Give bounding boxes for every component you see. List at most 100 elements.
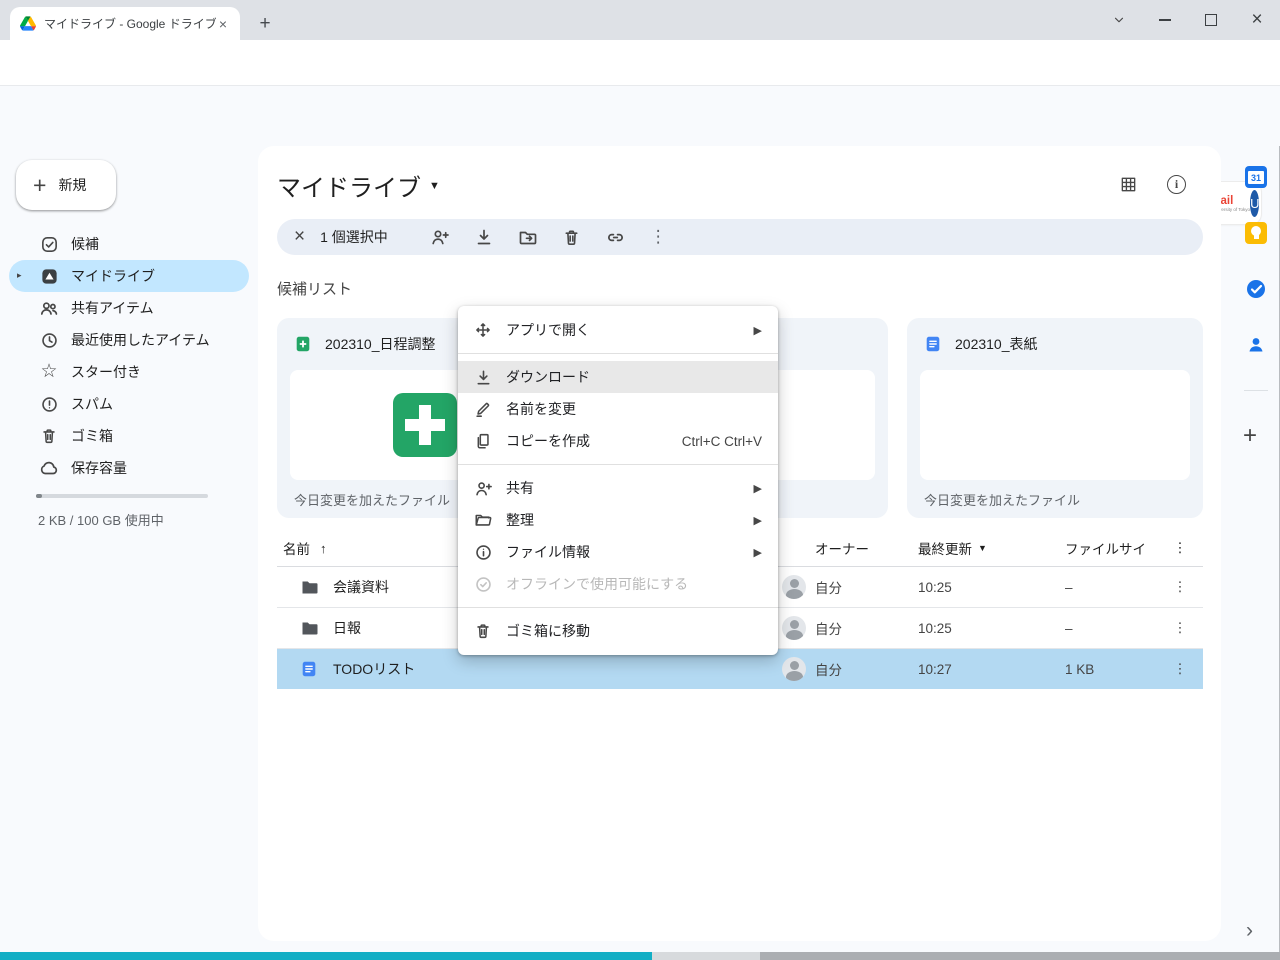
side-panel-rail: 31 + › — [1232, 146, 1280, 960]
star-icon: ☆ — [39, 363, 59, 381]
list-grid-toggle-icon[interactable] — [1119, 175, 1138, 194]
submenu-arrow-icon: ▶ — [754, 482, 762, 495]
browser-window: マイドライブ - Google ドライブ × + × drive.google.… — [0, 0, 1280, 960]
keep-icon[interactable] — [1245, 222, 1267, 244]
sidebar-item-trash[interactable]: ゴミ箱 — [9, 420, 249, 452]
tasks-icon[interactable] — [1245, 278, 1267, 300]
sidebar-item-starred[interactable]: ☆ スター付き — [9, 356, 249, 388]
main-content: マイドライブ ▼ i × 1 個選択中 ⋮ — [258, 146, 1221, 941]
clear-selection-icon[interactable]: × — [287, 226, 312, 248]
card-caption: 今日変更を加えたファイル — [907, 480, 1203, 509]
table-row-selected[interactable]: TODOリスト 自分 10:27 1 KB ⋮ — [277, 649, 1203, 689]
people-icon — [39, 298, 59, 318]
menu-divider — [458, 464, 778, 465]
sidebar-item-suggested[interactable]: 候補 — [9, 228, 249, 260]
suggested-check-icon — [39, 235, 59, 254]
browser-toolbar: drive.google.com/drive/my-drive ☆ U ⋮ — [0, 40, 1280, 86]
menu-divider — [458, 607, 778, 608]
trash-icon — [474, 622, 494, 640]
drive-header: ドライブ ドライブで検索 ? ⚙ ECCS Cloud Mail Informa… — [0, 86, 1280, 146]
row-more-icon[interactable]: ⋮ — [1170, 608, 1190, 648]
plus-icon: + — [33, 175, 46, 195]
clock-icon — [39, 331, 59, 350]
column-header-modified[interactable]: 最終更新 ▼ — [918, 530, 987, 566]
menu-item-open-with[interactable]: アプリで開く ▶ — [458, 314, 778, 346]
sidebar-item-spam[interactable]: スパム — [9, 388, 249, 420]
copy-icon — [474, 432, 494, 450]
menu-item-move-to-trash[interactable]: ゴミ箱に移動 — [458, 615, 778, 647]
trash-selection-icon[interactable] — [550, 228, 593, 247]
details-info-icon[interactable]: i — [1167, 175, 1186, 194]
browser-tab[interactable]: マイドライブ - Google ドライブ × — [10, 7, 240, 40]
menu-item-organize[interactable]: 整理 ▶ — [458, 504, 778, 536]
row-more-icon[interactable]: ⋮ — [1170, 649, 1190, 689]
sort-asc-icon: ↑ — [320, 541, 327, 556]
sheets-file-icon — [294, 335, 312, 353]
sidebar-item-shared[interactable]: 共有アイテム — [9, 292, 249, 324]
column-header-size[interactable]: ファイルサイ — [1065, 530, 1146, 566]
rail-divider — [1244, 390, 1268, 391]
tab-search-button[interactable] — [1096, 0, 1142, 40]
offline-pin-icon — [474, 575, 494, 594]
progress-played-segment — [0, 952, 652, 960]
my-drive-icon — [39, 267, 59, 286]
move-to-folder-icon[interactable] — [506, 227, 550, 247]
cloud-icon — [39, 458, 59, 478]
sheets-logo-large-icon — [393, 393, 457, 457]
row-more-icon[interactable]: ⋮ — [1170, 567, 1190, 607]
progress-light-segment — [652, 952, 760, 960]
menu-item-download[interactable]: ダウンロード — [458, 361, 778, 393]
get-link-icon[interactable] — [593, 227, 638, 248]
submenu-arrow-icon: ▶ — [754, 546, 762, 559]
card-thumbnail — [920, 370, 1190, 480]
page-title[interactable]: マイドライブ ▼ — [277, 168, 440, 203]
tab-close-icon[interactable]: × — [216, 16, 230, 32]
menu-item-offline: オフラインで使用可能にする — [458, 568, 778, 600]
sidebar-item-recent[interactable]: 最近使用したアイテム — [9, 324, 249, 356]
get-addons-icon[interactable]: + — [1243, 422, 1257, 450]
column-header-name[interactable]: 名前 ↑ — [283, 530, 327, 566]
sidebar: + 新規 候補 ▸ マイドライブ 共有アイテム — [0, 146, 258, 960]
share-person-add-icon — [474, 479, 494, 498]
column-header-owner[interactable]: オーナー — [815, 530, 869, 566]
trash-icon — [39, 427, 59, 445]
drive-favicon-icon — [20, 16, 36, 31]
menu-item-make-copy[interactable]: コピーを作成 Ctrl+C Ctrl+V — [458, 425, 778, 457]
window-close-button[interactable]: × — [1234, 0, 1280, 40]
menu-divider — [458, 353, 778, 354]
menu-item-file-info[interactable]: ファイル情報 ▶ — [458, 536, 778, 568]
menu-item-rename[interactable]: 名前を変更 — [458, 393, 778, 425]
file-card-cover[interactable]: 202310_表紙 今日変更を加えたファイル — [907, 318, 1203, 518]
tab-strip: マイドライブ - Google ドライブ × + × — [0, 0, 1280, 40]
bottom-progress-bar[interactable] — [0, 952, 1280, 960]
progress-remaining-segment — [760, 952, 1280, 960]
expander-icon[interactable]: ▸ — [17, 270, 22, 281]
collapse-panel-chevron-icon[interactable]: › — [1246, 919, 1253, 943]
sidebar-item-storage[interactable]: 保存容量 — [9, 452, 249, 484]
share-person-add-icon[interactable] — [418, 227, 462, 247]
selection-more-icon[interactable]: ⋮ — [638, 227, 679, 247]
folder-icon — [300, 567, 320, 607]
submenu-arrow-icon: ▶ — [754, 514, 762, 527]
calendar-icon[interactable]: 31 — [1245, 166, 1267, 188]
owner-avatar — [782, 567, 806, 607]
list-options-icon[interactable]: ⋮ — [1170, 530, 1190, 566]
contacts-icon[interactable] — [1245, 334, 1267, 356]
new-button[interactable]: + 新規 — [16, 160, 116, 210]
organize-folder-icon — [474, 511, 494, 529]
pencil-icon — [474, 400, 494, 418]
window-minimize-button[interactable] — [1142, 0, 1188, 40]
selection-count: 1 個選択中 — [320, 227, 388, 247]
submenu-arrow-icon: ▶ — [754, 324, 762, 337]
menu-item-share[interactable]: 共有 ▶ — [458, 472, 778, 504]
new-tab-button[interactable]: + — [252, 11, 278, 37]
sidebar-item-my-drive[interactable]: ▸ マイドライブ — [9, 260, 249, 292]
owner-avatar — [782, 608, 806, 648]
context-menu: アプリで開く ▶ ダウンロード 名前を変更 コピーを作成 — [458, 306, 778, 655]
window-maximize-button[interactable] — [1188, 0, 1234, 40]
sort-desc-icon: ▼ — [978, 543, 987, 553]
storage-gauge — [36, 494, 208, 498]
download-icon[interactable] — [462, 227, 506, 247]
owner-avatar — [782, 649, 806, 689]
folder-icon — [300, 608, 320, 648]
